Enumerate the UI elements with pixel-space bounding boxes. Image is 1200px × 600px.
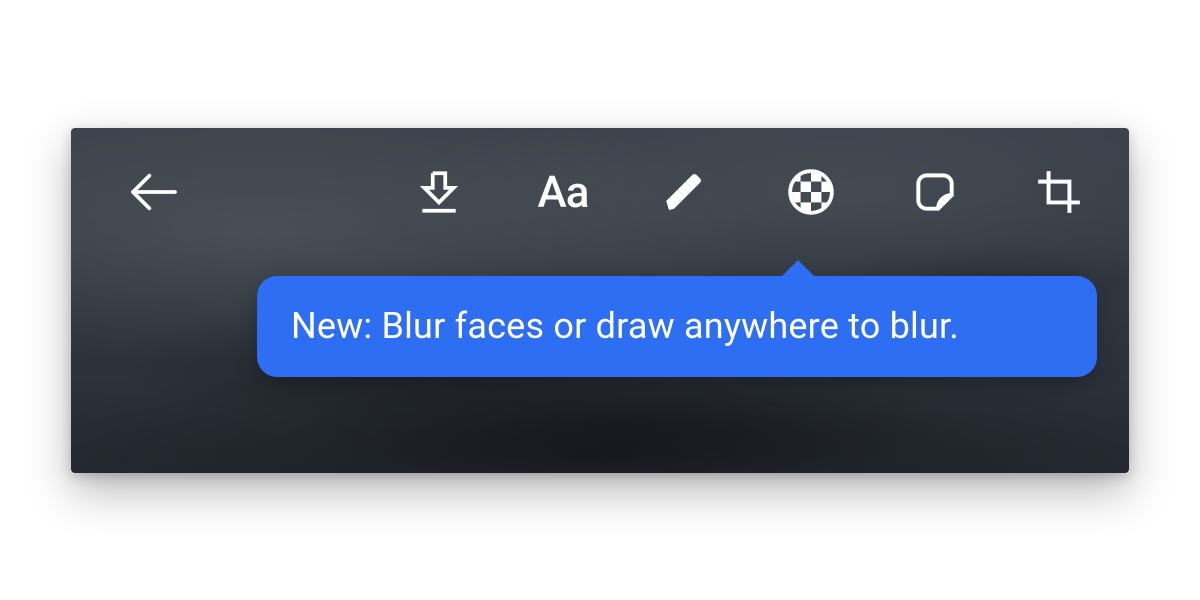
text-icon: Aa: [538, 170, 589, 214]
sticker-button[interactable]: [907, 164, 963, 220]
crop-icon: [1034, 167, 1084, 217]
back-button[interactable]: [126, 164, 182, 220]
download-button[interactable]: [411, 164, 467, 220]
screenshot-stage: Aa: [0, 0, 1200, 600]
sticker-icon: [910, 167, 960, 217]
tooltip-text: New: Blur faces or draw anywhere to blur…: [291, 305, 959, 347]
blur-icon: [786, 167, 836, 217]
text-button[interactable]: Aa: [535, 164, 591, 220]
editor-toolbar: Aa: [71, 152, 1129, 232]
back-arrow-icon: [126, 164, 182, 220]
crop-button[interactable]: [1031, 164, 1087, 220]
blur-button[interactable]: [783, 164, 839, 220]
tool-row: Aa: [236, 164, 1129, 220]
back-slot: [71, 164, 236, 220]
blur-tooltip: New: Blur faces or draw anywhere to blur…: [257, 276, 1097, 377]
draw-button[interactable]: [659, 164, 715, 220]
editor-card: Aa: [71, 128, 1129, 473]
download-icon: [414, 167, 464, 217]
pen-icon: [663, 168, 711, 216]
